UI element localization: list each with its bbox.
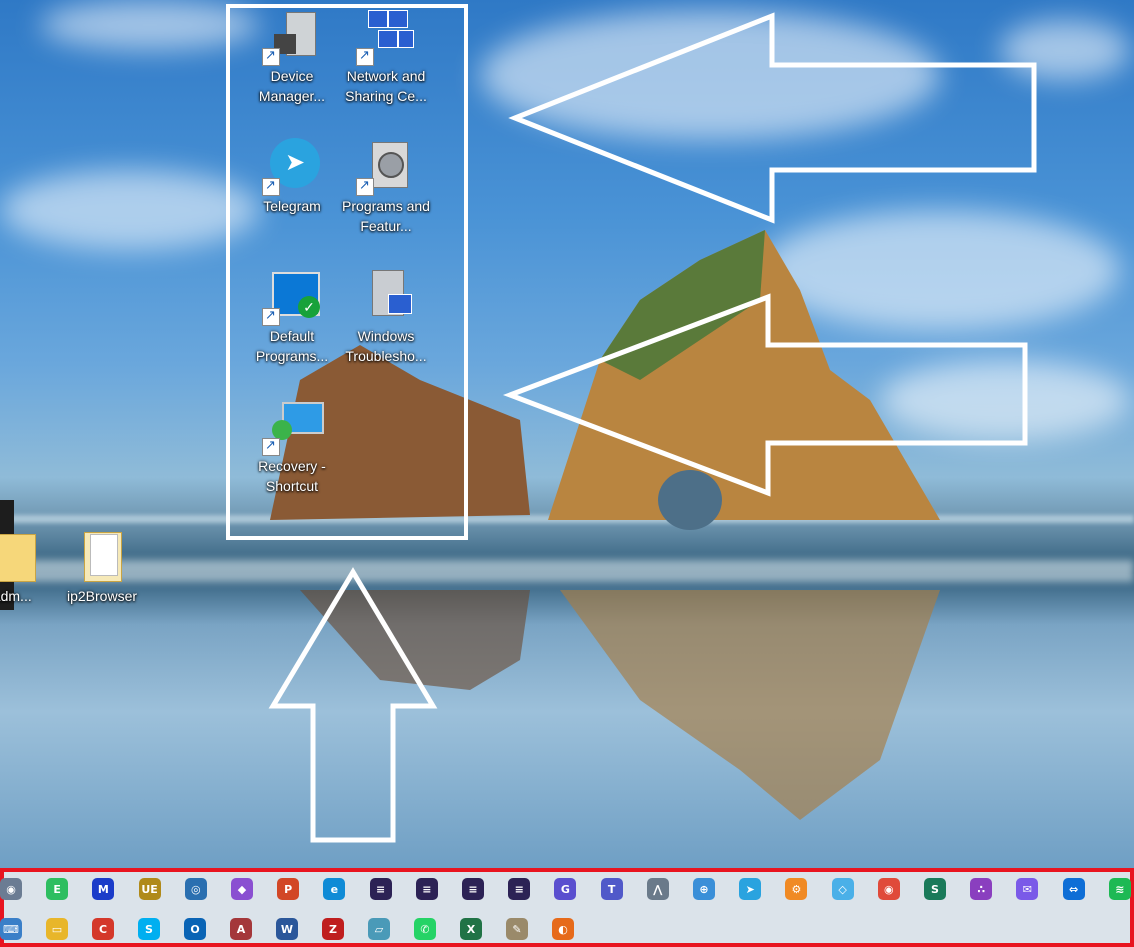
camera-icon[interactable]: ◉: [0, 878, 22, 900]
desktop-icon-ip2browser[interactable]: ip2Browser: [54, 528, 150, 606]
default-programs-icon: ✓: [262, 268, 320, 326]
network-sharing-icon: [356, 8, 414, 66]
firefox-icon[interactable]: ◐: [552, 918, 574, 940]
malwarebytes-icon[interactable]: M: [92, 878, 115, 900]
notes-app-icon[interactable]: ▱: [368, 918, 390, 940]
ultraedit-icon[interactable]: UE: [138, 878, 161, 900]
keyboard-icon[interactable]: ⌨: [0, 918, 22, 940]
desktop-icon-recovery[interactable]: Recovery - Shortcut: [244, 398, 340, 496]
evernote-icon[interactable]: E: [46, 878, 69, 900]
chrome-icon[interactable]: ◉: [877, 878, 900, 900]
network-tool-icon[interactable]: S: [924, 878, 946, 900]
desktop-background: yAdm... ip2Browser Device Manager... Net…: [0, 0, 1134, 868]
outlook-icon[interactable]: O: [184, 918, 206, 940]
network-globe-icon[interactable]: ◎: [184, 878, 207, 900]
eclipse-icon-2[interactable]: ≡: [415, 878, 438, 900]
asana-icon[interactable]: ∴: [970, 878, 993, 900]
whatsapp-icon[interactable]: ✆: [414, 918, 436, 940]
filezilla-icon[interactable]: Z: [322, 918, 344, 940]
desktop-icon-windows-troubleshoot[interactable]: Windows Troublesho...: [338, 268, 434, 366]
teamviewer-icon[interactable]: ⇔: [1062, 878, 1085, 900]
spotify-icon[interactable]: ≋: [1108, 878, 1131, 900]
powerpoint-icon[interactable]: P: [277, 878, 300, 900]
paint-icon[interactable]: ✎: [506, 918, 528, 940]
safari-icon[interactable]: ⊕: [693, 878, 715, 900]
file-explorer-icon[interactable]: ▭: [46, 918, 68, 940]
teams-icon[interactable]: T: [600, 878, 623, 900]
messenger-icon[interactable]: ✉: [1016, 878, 1039, 900]
access-icon[interactable]: A: [230, 918, 252, 940]
desktop-icon-partial[interactable]: yAdm...: [0, 528, 56, 606]
github-desktop-icon[interactable]: G: [554, 878, 577, 900]
telegram-icon: ➤: [262, 138, 320, 196]
rock-arch-image: [0, 12, 1037, 843]
visual-studio-icon[interactable]: ◆: [231, 878, 253, 900]
word-icon[interactable]: W: [276, 918, 298, 940]
desktop-icon-default-programs[interactable]: ✓ Default Programs...: [244, 268, 340, 366]
eclipse-icon-3[interactable]: ≡: [462, 878, 484, 900]
device-manager-icon: [262, 8, 320, 66]
taskbar: ◉ E M UE ◎ ◆ Pe ≡ ≡ ≡ ≡ G T ⋀ ⊕ ➤ ⚙ ◇ ◉ S ∴ ✉ ⇔ ≋ ⌨ ▭ C S O A W Z ▱ ✆ X ✎ ◐: [0, 868, 1134, 947]
windows-troubleshoot-icon: [358, 268, 414, 324]
desktop-icon-telegram[interactable]: ➤ Telegram: [244, 138, 340, 216]
eclipse-icon[interactable]: ≡: [369, 878, 392, 900]
edge-icon[interactable]: e: [323, 878, 346, 900]
folder-icon: [0, 528, 36, 584]
excel-icon[interactable]: X: [460, 918, 482, 940]
desktop-icon-network-sharing[interactable]: Network and Sharing Ce...: [338, 8, 434, 106]
skype-icon[interactable]: S: [138, 918, 160, 940]
eclipse-icon-4[interactable]: ≡: [508, 878, 531, 900]
telegram-taskbar-icon[interactable]: ➤: [739, 878, 762, 900]
folder-icon: [74, 528, 130, 584]
ccleaner-icon[interactable]: C: [92, 918, 114, 940]
desktop-icon-programs-features[interactable]: Programs and Featur...: [338, 138, 434, 236]
desktop-icon-device-manager[interactable]: Device Manager...: [244, 8, 340, 106]
recovery-icon: [262, 398, 324, 456]
settings-gear-icon[interactable]: ⚙: [785, 878, 808, 900]
diamond-app-icon[interactable]: ◇: [831, 878, 854, 900]
programs-features-icon: [356, 138, 414, 196]
chart-tool-icon[interactable]: ⋀: [646, 878, 669, 900]
